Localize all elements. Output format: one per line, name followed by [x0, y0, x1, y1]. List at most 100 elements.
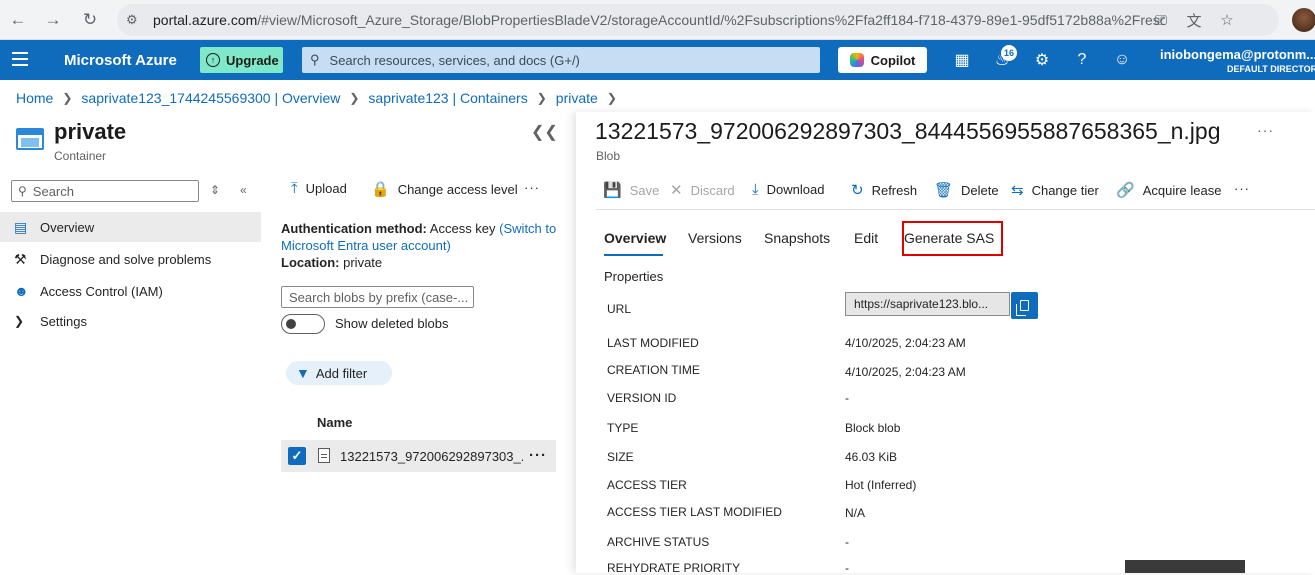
refresh-label: Refresh — [871, 182, 918, 198]
change-access-label: Change access level — [397, 181, 518, 197]
delete-button[interactable]: 🗑 Delete — [934, 181, 999, 199]
blob-name[interactable]: 13221573_972006292897303_... — [340, 449, 523, 464]
notification-count-badge: 16 — [1001, 45, 1017, 61]
account-menu[interactable]: iniobongema@protonm... DEFAULT DIRECTOR — [1160, 47, 1315, 74]
blob-prefix-search-input[interactable]: Search blobs by prefix (case-... — [281, 286, 474, 308]
forward-icon[interactable]: → — [41, 8, 65, 32]
user-directory: DEFAULT DIRECTOR — [1226, 64, 1315, 74]
collapse-menu-icon[interactable]: « — [240, 183, 247, 197]
copy-url-button[interactable] — [1011, 292, 1038, 319]
menu-item-overview[interactable]: ▤ Overview — [0, 212, 261, 242]
row-checkbox[interactable]: ✓ — [288, 447, 306, 465]
blob-title: 13221573_972006292897303_844455695588765… — [595, 118, 1221, 144]
download-icon: ⤓ — [752, 181, 759, 198]
install-app-icon[interactable]: ⎚ — [1152, 11, 1170, 29]
breadcrumb-storage-account[interactable]: saprivate123_1744245569300 | Overview — [81, 90, 340, 106]
blob-url-field[interactable]: https://saprivate123.blo... — [845, 292, 1010, 316]
global-search-input[interactable]: ⚲ Search resources, services, and docs (… — [302, 47, 820, 73]
menu-item-settings[interactable]: ❯ Settings — [0, 306, 261, 336]
blob-search-placeholder: Search blobs by prefix (case-... — [289, 289, 469, 305]
save-button[interactable]: 💾 Save — [603, 181, 659, 199]
search-placeholder: Search resources, services, and docs (G+… — [329, 52, 580, 68]
help-icon[interactable]: ? — [1071, 49, 1093, 71]
property-value: - — [845, 391, 849, 405]
property-value: Hot (Inferred) — [845, 478, 917, 492]
site-info-icon[interactable]: ⚙ — [126, 12, 142, 28]
acquire-lease-label: Acquire lease — [1142, 182, 1222, 198]
property-value: N/A — [845, 506, 866, 520]
download-button[interactable]: ⤓ Download — [752, 181, 824, 198]
blob-subtitle: Blob — [596, 149, 621, 163]
property-value: 4/10/2025, 2:04:23 AM — [845, 336, 966, 350]
breadcrumb-containers[interactable]: saprivate123 | Containers — [368, 90, 527, 106]
add-filter-button[interactable]: ▼ Add filter — [286, 361, 392, 385]
collapse-pane-icon[interactable]: ❮❮ — [531, 122, 558, 142]
change-tier-button[interactable]: ⇆ Change tier — [1011, 181, 1099, 199]
tab-versions[interactable]: Versions — [688, 230, 742, 246]
arrow-up-icon: ↑ — [206, 53, 220, 67]
discard-button[interactable]: ✕ Discard — [670, 181, 735, 199]
brand-title[interactable]: Microsoft Azure — [64, 52, 177, 69]
property-key: CREATION TIME — [607, 363, 700, 377]
menu-item-label: Access Control (IAM) — [40, 283, 163, 299]
reload-icon[interactable]: ↻ — [78, 8, 102, 32]
close-icon: ✕ — [670, 182, 683, 199]
breadcrumb-home[interactable]: Home — [16, 90, 53, 106]
show-deleted-label: Show deleted blobs — [335, 316, 449, 331]
menu-item-access-control[interactable]: ☻ Access Control (IAM) — [0, 276, 261, 306]
people-icon: ☻ — [14, 283, 29, 299]
location-label: Location: — [281, 255, 340, 270]
filter-add-icon: ▼ — [296, 365, 310, 381]
change-access-level-button[interactable]: 🔒 Change access level — [371, 180, 518, 198]
feedback-icon[interactable]: ☺ — [1111, 49, 1133, 71]
property-value: - — [845, 535, 849, 549]
command-bar-divider — [596, 209, 1315, 210]
refresh-button[interactable]: ↻ Refresh — [851, 181, 917, 199]
property-key: LAST MODIFIED — [607, 336, 699, 350]
url-host: portal.azure.com — [153, 12, 258, 28]
copilot-button[interactable]: Copilot — [838, 47, 927, 73]
property-key: TYPE — [607, 421, 639, 435]
upload-button[interactable]: ⤒ Upload — [291, 180, 347, 197]
save-icon: 💾 — [603, 182, 622, 199]
expand-collapse-icon[interactable]: ⇕ — [210, 183, 220, 197]
column-header-name[interactable]: Name — [317, 415, 352, 430]
lock-icon: 🔒 — [371, 181, 390, 198]
blade-more-icon[interactable]: ··· — [1257, 122, 1274, 138]
menu-item-label: Settings — [40, 313, 87, 329]
breadcrumb-container[interactable]: private — [556, 90, 598, 106]
upload-label: Upload — [305, 181, 347, 196]
breadcrumb: Home ❯ saprivate123_1744245569300 | Over… — [16, 90, 626, 106]
row-more-icon[interactable]: ··· — [529, 447, 547, 464]
highlight-annotation-box — [902, 221, 1003, 256]
tab-snapshots[interactable]: Snapshots — [764, 230, 830, 246]
bookmark-star-icon[interactable]: ☆ — [1218, 11, 1236, 29]
property-key: SIZE — [607, 450, 634, 464]
url-text[interactable]: portal.azure.com/#view/Microsoft_Azure_S… — [153, 12, 1165, 28]
settings-gear-icon[interactable]: ⚙ — [1031, 49, 1053, 71]
tab-edit[interactable]: Edit — [854, 230, 878, 246]
show-deleted-toggle[interactable] — [281, 314, 325, 334]
property-value: 46.03 KiB — [845, 450, 898, 464]
menu-item-diagnose[interactable]: ⚒ Diagnose and solve problems — [0, 244, 261, 274]
address-bar[interactable]: ⚙ portal.azure.com/#view/Microsoft_Azure… — [117, 4, 1279, 36]
menu-search-input[interactable]: ⚲ Search — [11, 180, 199, 202]
back-icon[interactable]: ← — [6, 8, 30, 32]
download-label: Download — [766, 182, 825, 197]
profile-avatar[interactable] — [1292, 8, 1315, 32]
change-tier-label: Change tier — [1031, 182, 1099, 198]
property-key: ARCHIVE STATUS — [607, 535, 710, 549]
properties-heading: Properties — [604, 269, 664, 284]
resource-title: private — [54, 119, 127, 144]
acquire-lease-button[interactable]: 🔗 Acquire lease — [1116, 181, 1221, 199]
commands-more-icon[interactable]: ··· — [1234, 181, 1250, 196]
auth-method-label: Authentication method: — [281, 221, 427, 236]
more-options-icon[interactable]: ··· — [524, 180, 540, 195]
tab-overview[interactable]: Overview — [604, 230, 666, 246]
translate-icon[interactable]: 文 — [1185, 11, 1203, 30]
hamburger-menu-icon[interactable] — [12, 52, 28, 66]
cloud-shell-icon[interactable]: ▦ — [951, 49, 973, 71]
table-row[interactable]: ✓ 13221573_972006292897303_... ··· — [281, 440, 556, 472]
delete-label: Delete — [961, 182, 999, 198]
upgrade-button[interactable]: ↑ Upgrade — [200, 47, 283, 73]
